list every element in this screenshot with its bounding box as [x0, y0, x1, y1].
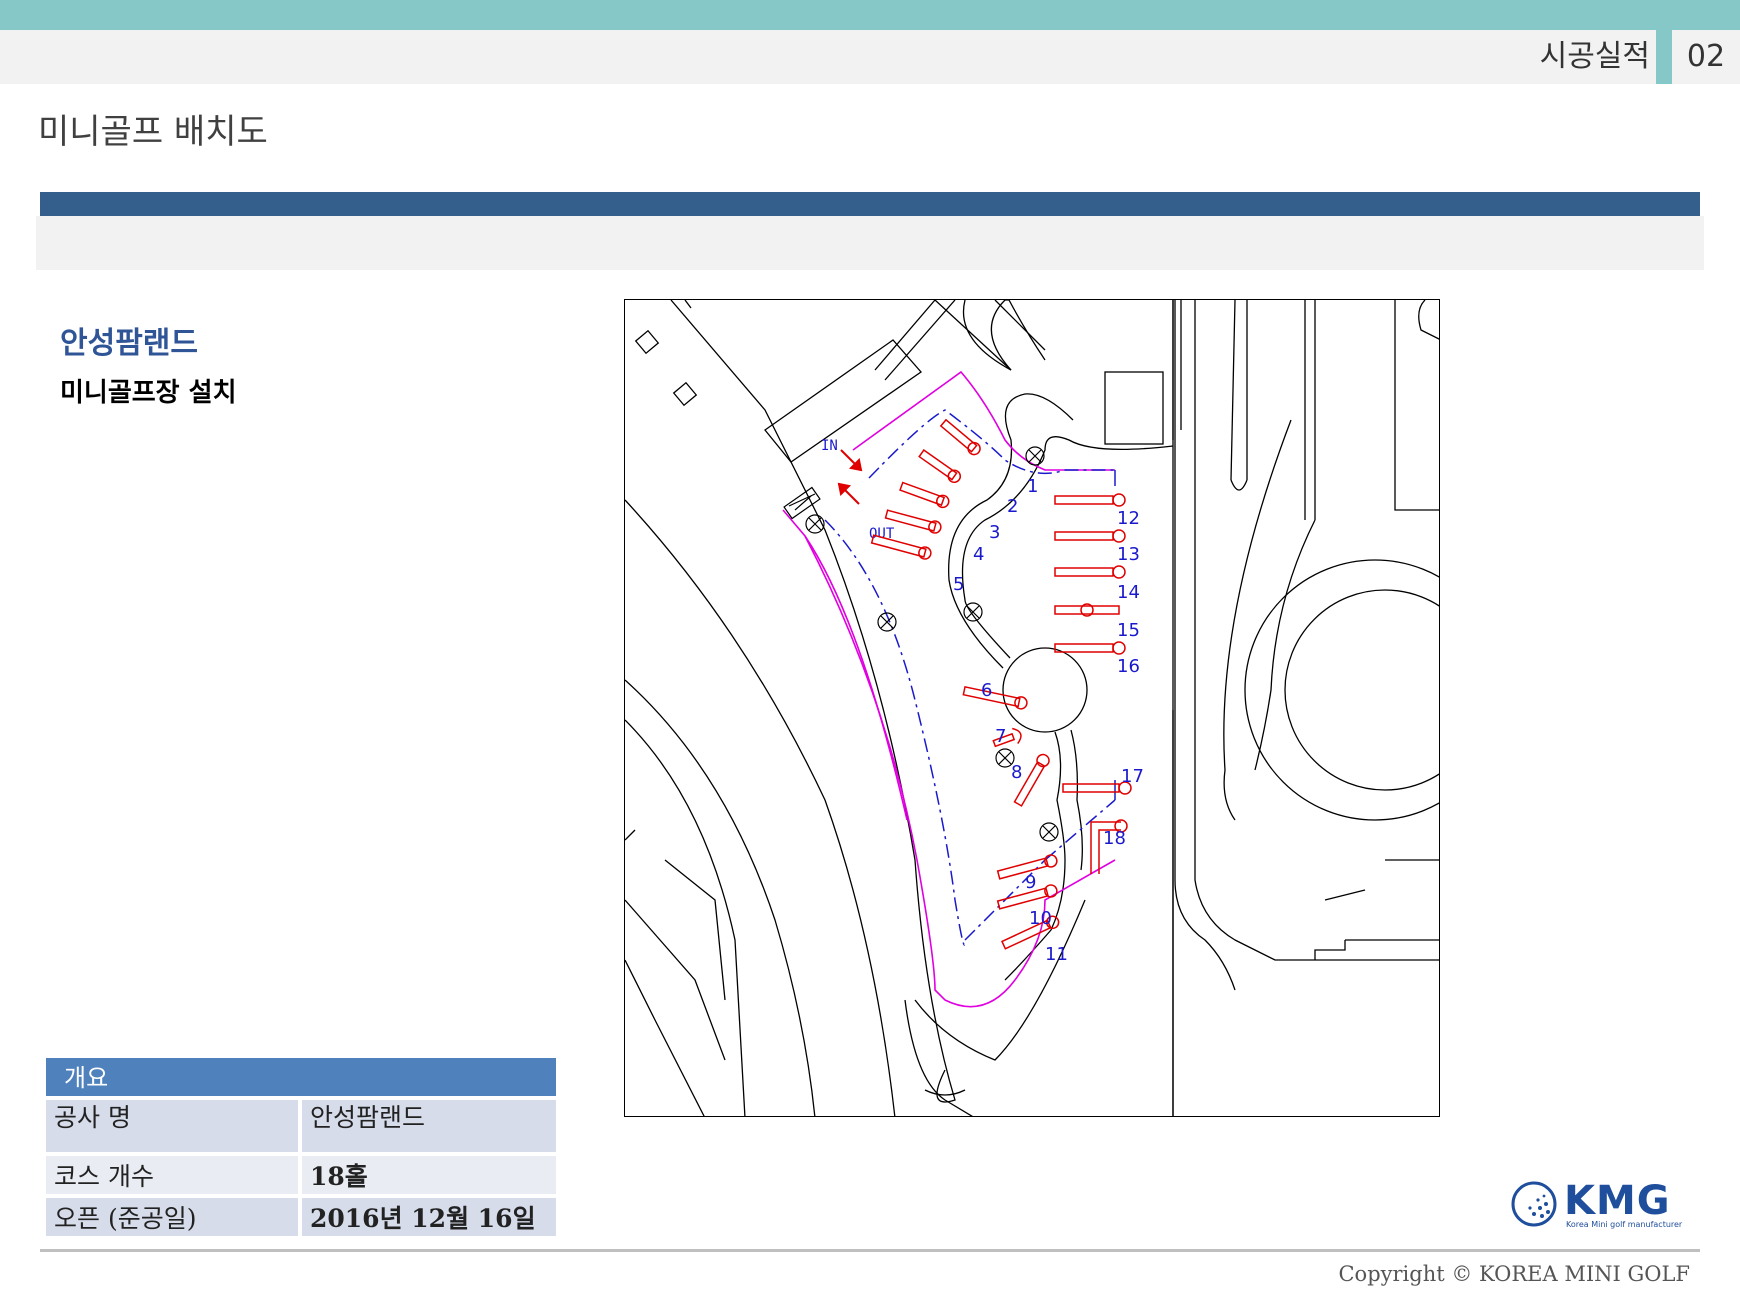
hole-number: 8: [1011, 762, 1022, 783]
project-description: 미니골프장 설치: [60, 378, 237, 408]
hole-number: 3: [989, 522, 1000, 543]
hole-number: 10: [1029, 908, 1052, 929]
row-value: 2016년 12월 16일: [302, 1198, 556, 1236]
logo-name: KMG: [1564, 1178, 1671, 1224]
hole-number: 15: [1117, 620, 1140, 641]
title-underline-bar: [40, 192, 1700, 216]
logo-tagline: Korea Mini golf manufacturer: [1566, 1220, 1683, 1229]
hole-number: 5: [953, 574, 964, 595]
hole-number: 18: [1103, 828, 1126, 849]
top-accent-bar: [0, 0, 1740, 30]
hole-number: 14: [1117, 582, 1140, 603]
table-row: 공사 명 안성팜랜드: [46, 1100, 556, 1152]
row-value: 안성팜랜드: [302, 1100, 556, 1152]
hole-number: 1: [1027, 476, 1038, 497]
hole-number: 4: [973, 544, 984, 565]
table-row: 오픈 (준공일) 2016년 12월 16일: [46, 1198, 556, 1236]
footer-divider: [40, 1249, 1700, 1252]
section-label: 시공실적: [1539, 39, 1650, 74]
project-name: 안성팜랜드: [60, 326, 198, 361]
row-label: 공사 명: [46, 1100, 298, 1152]
hole-number: 2: [1007, 496, 1018, 517]
layout-drawing: IN OUT 1 2 3 4 5 6 7 8 9 10 11 12 13 14 …: [624, 299, 1440, 1117]
summary-table: 개요 공사 명 안성팜랜드 코스 개수 18홀 오픈 (준공일) 2016년 1…: [46, 1058, 556, 1236]
entrance-label: IN: [821, 438, 838, 454]
row-label: 오픈 (준공일): [46, 1198, 298, 1236]
row-label: 코스 개수: [46, 1156, 298, 1194]
page-title: 미니골프 배치도: [38, 112, 268, 152]
hole-number: 9: [1025, 872, 1036, 893]
summary-heading: 개요: [46, 1058, 556, 1096]
hole-number: 11: [1045, 944, 1068, 965]
page-number: 02: [1686, 39, 1726, 74]
copyright-text: Copyright © KOREA MINI GOLF: [1338, 1262, 1690, 1286]
hole-number: 7: [995, 726, 1006, 747]
hole-number: 16: [1117, 656, 1140, 677]
hole-number: 17: [1121, 766, 1144, 787]
hole-number: 6: [981, 680, 992, 701]
subtitle-band: [36, 216, 1704, 270]
kmg-logo: KMG Korea Mini golf manufacturer: [1510, 1178, 1686, 1232]
golf-ball-icon: [1511, 1181, 1557, 1227]
hole-number: 13: [1117, 544, 1140, 565]
table-row: 코스 개수 18홀: [46, 1156, 556, 1194]
site-plan: IN OUT 1 2 3 4 5 6 7 8 9 10 11 12 13 14 …: [625, 300, 1439, 1116]
header-divider: [1656, 30, 1672, 84]
row-value: 18홀: [302, 1156, 556, 1194]
hole-number: 12: [1117, 508, 1140, 529]
header-band: [0, 30, 1740, 84]
